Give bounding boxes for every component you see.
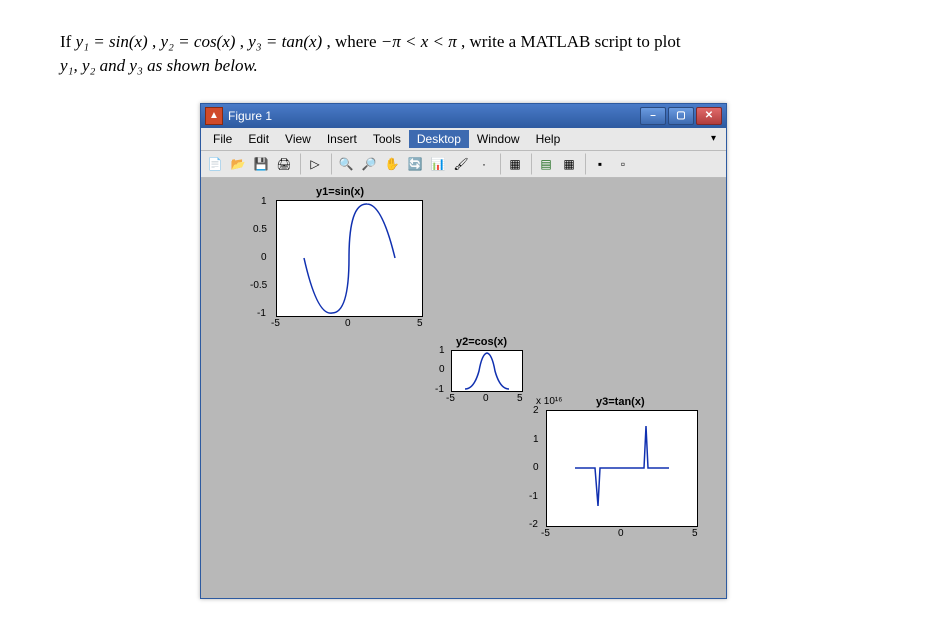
titlebar[interactable]: ▲ Figure 1 – ▢ ✕	[201, 104, 726, 128]
plot3-axes[interactable]	[546, 410, 698, 527]
problem-statement: If y₁ = sin(x) , y₂ = cos(x) , y₃ = tan(…	[60, 30, 867, 78]
save-icon[interactable]: 💾	[250, 153, 272, 175]
plot1-axes[interactable]	[276, 200, 423, 317]
plot2-axes[interactable]	[451, 350, 523, 392]
new-figure-icon[interactable]: 📄	[204, 153, 226, 175]
p1-yt0: 1	[261, 196, 267, 207]
p3-yt4: -2	[529, 519, 538, 530]
t-where: , where	[326, 32, 380, 51]
menubar: File Edit View Insert Tools Desktop Wind…	[201, 128, 726, 151]
matlab-figure-window: ▲ Figure 1 – ▢ ✕ File Edit View Insert T…	[200, 103, 727, 599]
rotate-icon[interactable]: 🔄	[404, 153, 426, 175]
menu-file[interactable]: File	[205, 130, 240, 148]
p2-yt2: -1	[435, 384, 444, 395]
p3-yt3: -1	[529, 491, 538, 502]
open-icon[interactable]: 📂	[227, 153, 249, 175]
data-cursor-icon[interactable]: 📊	[427, 153, 449, 175]
figure-canvas: y1=sin(x) 1 0.5 0 -0.5 -1 -5 0 5 y2=cos(…	[201, 178, 726, 598]
toolbar: 📄 📂 💾 🖨 ▷ 🔍 🔎 ✋ 🔄 📊 🖌 · ▦ ▤ ▦ ▪ ▫	[201, 151, 726, 178]
p1-yt1: 0.5	[253, 224, 267, 235]
p1-xt1: 0	[345, 318, 351, 329]
p2-yt1: 0	[439, 364, 445, 375]
p3-yt0: 2	[533, 405, 539, 416]
print-icon[interactable]: 🖨	[273, 153, 295, 175]
p3-yt2: 0	[533, 462, 539, 473]
matlab-icon: ▲	[205, 107, 223, 125]
colorbar-icon[interactable]: ▦	[504, 153, 526, 175]
menu-tools[interactable]: Tools	[365, 130, 409, 148]
menu-view[interactable]: View	[277, 130, 319, 148]
p3-xt1: 0	[618, 528, 624, 539]
t-y3: y₃ = tan(x)	[248, 32, 322, 51]
menu-help[interactable]: Help	[528, 130, 569, 148]
minimize-button[interactable]: –	[640, 107, 666, 125]
menu-edit[interactable]: Edit	[240, 130, 277, 148]
t-y1: y₁ = sin(x)	[76, 32, 148, 51]
menu-desktop[interactable]: Desktop	[409, 130, 469, 148]
p3-xt0: -5	[541, 528, 550, 539]
maximize-button[interactable]: ▢	[668, 107, 694, 125]
brush-icon[interactable]: 🖌	[450, 153, 472, 175]
menu-window[interactable]: Window	[469, 130, 528, 148]
p1-yt4: -1	[257, 308, 266, 319]
plot1-title: y1=sin(x)	[316, 186, 364, 198]
p2-xt1: 0	[483, 393, 489, 404]
menu-insert[interactable]: Insert	[319, 130, 365, 148]
legend-icon[interactable]: ▤	[535, 153, 557, 175]
tan-curve	[547, 411, 697, 526]
pointer-icon[interactable]: ▷	[304, 153, 326, 175]
link-icon[interactable]: ·	[473, 153, 495, 175]
t-line2: y₁, y₂ and y₃ as shown below.	[60, 56, 258, 75]
hide-tools-icon[interactable]: ▪	[589, 153, 611, 175]
zoom-in-icon[interactable]: 🔍	[335, 153, 357, 175]
p2-yt0: 1	[439, 345, 445, 356]
pan-icon[interactable]: ✋	[381, 153, 403, 175]
p1-xt0: -5	[271, 318, 280, 329]
t-suffix: , write a MATLAB script to plot	[461, 32, 681, 51]
plot2-title: y2=cos(x)	[456, 336, 507, 348]
p1-xt2: 5	[417, 318, 423, 329]
plot3-scale: x 10¹⁶	[536, 396, 562, 407]
window-title: Figure 1	[228, 109, 640, 123]
p3-xt2: 5	[692, 528, 698, 539]
t-prefix: If	[60, 32, 76, 51]
insert-colorbar-icon[interactable]: ▦	[558, 153, 580, 175]
cos-curve	[452, 351, 522, 391]
p2-xt2: 5	[517, 393, 523, 404]
p2-xt0: -5	[446, 393, 455, 404]
p1-yt2: 0	[261, 252, 267, 263]
sin-curve	[277, 201, 422, 316]
p1-yt3: -0.5	[250, 280, 267, 291]
t-domain: −π < x < π	[381, 32, 457, 51]
menubar-overflow-icon[interactable]: ▾	[705, 133, 722, 144]
show-tools-icon[interactable]: ▫	[612, 153, 634, 175]
close-button[interactable]: ✕	[696, 107, 722, 125]
plot3-title: y3=tan(x)	[596, 396, 645, 408]
zoom-out-icon[interactable]: 🔎	[358, 153, 380, 175]
t-y2: y₂ = cos(x)	[160, 32, 235, 51]
p3-yt1: 1	[533, 434, 539, 445]
